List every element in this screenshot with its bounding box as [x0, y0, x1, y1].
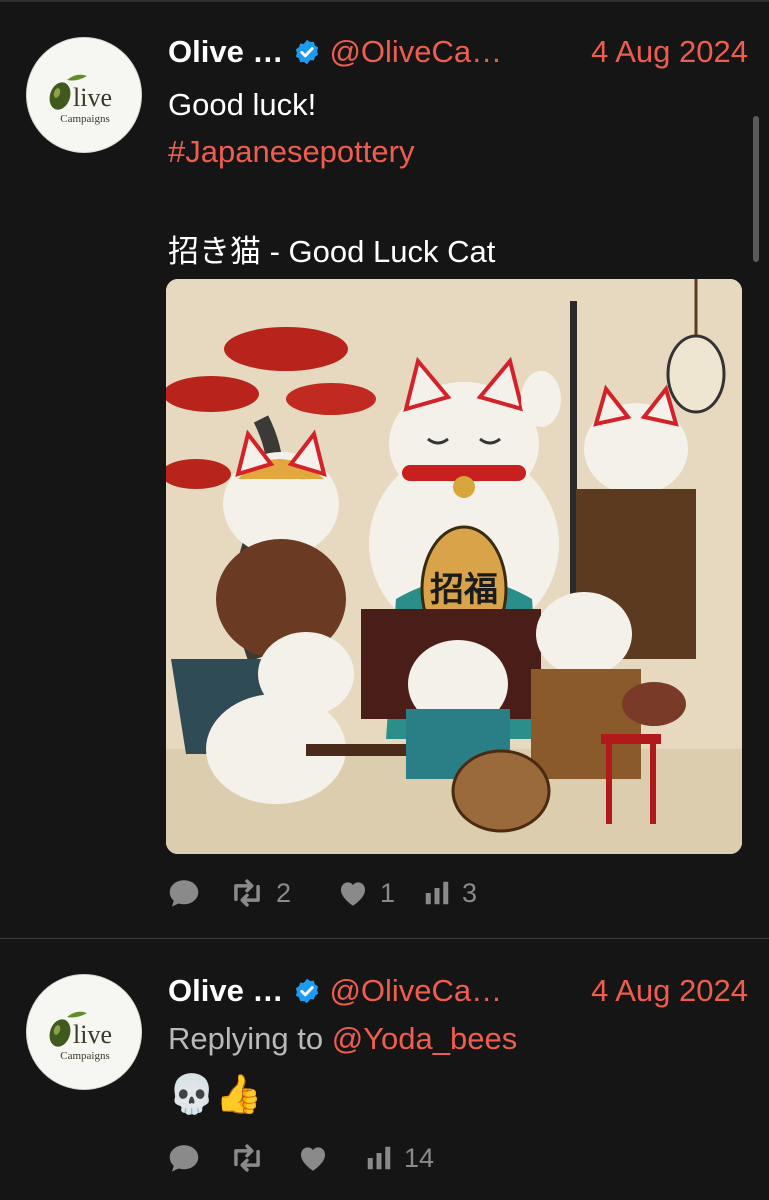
reply-icon — [169, 880, 199, 907]
tweet-date[interactable]: 4 Aug 2024 — [591, 34, 748, 70]
logo-subtitle: Campaigns — [60, 113, 110, 125]
verified-badge-icon — [296, 978, 319, 1004]
views-count: 14 — [404, 1142, 435, 1173]
replying-to-label: Replying to — [168, 1021, 324, 1056]
avatar[interactable]: live Campaigns — [26, 974, 142, 1090]
author-name[interactable]: Olive … — [168, 34, 283, 70]
tweet-header: Olive … @OliveCa… 4 Aug 2024 — [168, 971, 748, 1011]
like-button[interactable] — [296, 1141, 364, 1175]
tweet-actions: 2 1 3 — [166, 873, 477, 913]
views-button[interactable]: 14 — [364, 1143, 434, 1174]
like-button[interactable]: 1 — [336, 876, 422, 910]
reply-button[interactable] — [166, 1140, 228, 1176]
retweet-icon — [234, 1144, 260, 1172]
views-count: 3 — [462, 877, 478, 908]
tweet-text-line: 招き猫 - Good Luck Cat — [168, 234, 496, 269]
hashtag-link[interactable]: #Japanesepottery — [168, 134, 414, 170]
tweet[interactable]: live Campaigns Olive … @OliveCa… 4 Aug 2… — [0, 939, 769, 1200]
like-icon — [300, 1147, 326, 1171]
reply-context: Replying to @Yoda_bees — [168, 1021, 517, 1057]
retweet-icon — [234, 879, 260, 907]
tweet[interactable]: live Campaigns Olive … @OliveCa… 4 Aug 2… — [0, 0, 769, 938]
tweet-image[interactable]: 招福 — [166, 279, 742, 854]
tweet-actions: 14 — [166, 1138, 434, 1178]
views-icon — [425, 881, 449, 905]
logo-wordmark: live — [73, 83, 112, 112]
coin-characters: 招福 — [430, 570, 498, 610]
retweet-button[interactable] — [228, 1139, 296, 1177]
tweet-emoji-text: 💀👍 — [168, 1074, 263, 1116]
olive-campaigns-logo-icon: live Campaigns — [49, 74, 112, 125]
olive-campaigns-logo-icon: live Campaigns — [49, 1011, 112, 1062]
author-handle[interactable]: @OliveCa… — [329, 973, 502, 1009]
avatar[interactable]: live Campaigns — [26, 37, 142, 153]
reply-to-handle[interactable]: @Yoda_bees — [332, 1021, 518, 1056]
reply-button[interactable] — [166, 875, 228, 911]
retweet-button[interactable]: 2 — [228, 874, 336, 912]
tweet-header: Olive … @OliveCa… 4 Aug 2024 — [168, 32, 748, 72]
author-name[interactable]: Olive … — [168, 973, 283, 1009]
reply-icon — [169, 1145, 199, 1172]
logo-subtitle: Campaigns — [60, 1050, 110, 1062]
tweet-date[interactable]: 4 Aug 2024 — [591, 973, 748, 1009]
like-icon — [340, 882, 366, 906]
author-handle[interactable]: @OliveCa… — [329, 34, 502, 70]
lucky-cats-illustration: 招福 — [166, 279, 742, 854]
verified-badge-icon — [296, 39, 319, 65]
like-count: 1 — [380, 877, 396, 908]
views-button[interactable]: 3 — [422, 878, 477, 909]
views-icon — [367, 1146, 391, 1170]
retweet-count: 2 — [276, 877, 292, 908]
tweet-text-line: Good luck! — [168, 87, 317, 122]
logo-wordmark: live — [73, 1020, 112, 1049]
